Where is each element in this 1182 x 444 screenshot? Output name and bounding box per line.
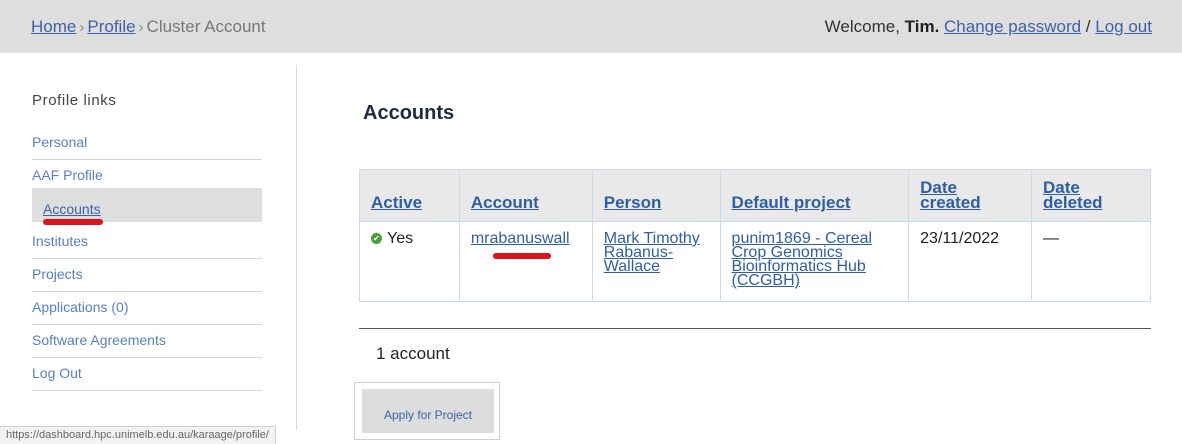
change-password-link[interactable]: Change password [944,17,1081,36]
divider [359,328,1151,329]
sidebar-divider [296,65,297,430]
sort-active-link[interactable]: Active [371,194,422,211]
logout-link[interactable]: Log out [1095,17,1152,36]
user-name: Tim. [904,17,940,36]
welcome-message: Welcome, Tim. Change password / Log out [825,17,1152,37]
sidebar-item-personal[interactable]: Personal [32,128,262,160]
sort-date-deleted-link[interactable]: Date deleted [1043,179,1123,211]
header-account: Account [458,169,593,222]
sidebar-item-institutes[interactable]: Institutes [32,227,262,259]
header-date-created: Date created [908,169,1033,222]
accounts-table: Active Account Person Default project Da… [359,169,1151,302]
person-link[interactable]: Mark Timothy Rabanus-Wallace [604,230,700,275]
breadcrumb-separator: › [79,19,85,36]
sort-default-project-link[interactable]: Default project [732,194,851,211]
breadcrumb-current: Cluster Account [146,17,266,36]
header-default-project: Default project [719,169,910,222]
sort-person-link[interactable]: Person [604,194,662,211]
sidebar-title: Profile links [32,92,117,109]
breadcrumb: Home › Profile › Cluster Account [31,17,266,37]
top-bar: Home › Profile › Cluster Account Welcome, Ti… [0,0,1182,53]
sidebar-item-applications[interactable]: Applications (0) [32,293,262,325]
sidebar-item-software-agreements[interactable]: Software Agreements [32,326,262,358]
cell-account: mrabanuswall [458,221,593,302]
sidebar-item-projects[interactable]: Projects [32,260,262,292]
cell-date-deleted: — [1031,221,1151,302]
header-date-deleted: Date deleted [1031,169,1151,222]
sidebar-item-accounts[interactable]: Accounts [32,188,262,222]
header-active: Active [359,169,460,222]
sort-account-link[interactable]: Account [471,194,539,211]
apply-button-container: Apply for Project [354,382,500,440]
cell-default-project: punim1869 - Cereal Crop Genomics Bioinfo… [719,221,910,302]
apply-for-project-button[interactable]: Apply for Project [362,389,494,433]
cell-person: Mark Timothy Rabanus-Wallace [591,221,721,302]
cell-active: ✔ Yes [359,221,460,302]
link-separator: / [1085,17,1091,36]
page-title: Accounts [363,102,455,124]
breadcrumb-home-link[interactable]: Home [31,17,76,36]
account-link[interactable]: mrabanuswall [471,230,570,247]
active-value: Yes [387,230,414,247]
header-person: Person [591,169,721,222]
welcome-prefix: Welcome, [824,17,900,36]
table-row: ✔ Yes mrabanuswall Mark Timothy Rabanus-W… [359,221,1151,302]
annotation-underline [43,219,103,225]
sidebar-item-log-out[interactable]: Log Out [32,359,262,391]
cell-date-created: 23/11/2022 [908,221,1033,302]
sort-date-created-link[interactable]: Date created [920,179,1000,211]
default-project-link[interactable]: punim1869 - Cereal Crop Genomics Bioinfo… [732,230,873,289]
breadcrumb-separator: › [138,19,144,36]
annotation-underline [492,253,551,259]
breadcrumb-profile-link[interactable]: Profile [87,17,135,36]
result-count: 1 account [376,344,450,363]
check-circle-icon: ✔ [371,233,382,244]
status-bar-url: https://dashboard.hpc.unimelb.edu.au/kar… [0,426,276,444]
table-header-row: Active Account Person Default project Da… [359,169,1151,222]
